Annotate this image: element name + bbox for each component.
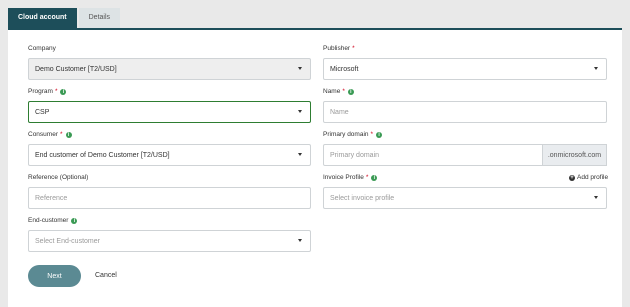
name-placeholder: Name [330, 108, 349, 116]
end-customer-placeholder: Select End-customer [35, 237, 100, 245]
company-label: Company [28, 45, 56, 52]
caret-down-icon [594, 196, 598, 199]
consumer-value: End customer of Demo Customer [T2/USD] [35, 151, 170, 159]
primary-domain-label-text: Primary domain [323, 131, 369, 138]
required-marker: * [54, 88, 58, 95]
primary-domain-placeholder: Primary domain [330, 151, 380, 159]
publisher-value: Microsoft [330, 65, 359, 73]
caret-down-icon [594, 67, 598, 70]
program-value: CSP [35, 108, 50, 116]
info-icon[interactable]: i [60, 88, 67, 95]
tab-cloud-account[interactable]: Cloud account [8, 8, 77, 28]
reference-label-text: Reference (Optional) [28, 174, 89, 181]
caret-down-icon [298, 110, 302, 113]
cancel-button[interactable]: Cancel [95, 265, 117, 287]
company-label-text: Company [28, 45, 56, 52]
required-marker: * [370, 131, 374, 138]
info-icon[interactable]: i [65, 131, 72, 138]
invoice-profile-placeholder: Select invoice profile [330, 194, 395, 202]
domain-suffix: .onmicrosoft.com [543, 144, 607, 166]
publisher-select[interactable]: Microsoft [323, 58, 607, 80]
publisher-label-text: Publisher [323, 45, 351, 52]
info-icon[interactable]: i [371, 174, 378, 181]
end-customer-select[interactable]: Select End-customer [28, 230, 311, 252]
plus-circle-icon: + [569, 174, 575, 181]
required-marker: * [365, 174, 369, 181]
consumer-label-text: Consumer [28, 131, 58, 138]
required-marker: * [59, 131, 63, 138]
invoice-profile-label-text: Invoice Profile [323, 174, 364, 181]
tab-details[interactable]: Details [78, 8, 121, 28]
invoice-profile-label: Invoice Profile * i [323, 174, 378, 181]
program-label-text: Program [28, 88, 53, 95]
next-button[interactable]: Next [28, 265, 81, 287]
required-marker: * [342, 88, 345, 95]
info-icon[interactable]: i [71, 217, 78, 224]
reference-label: Reference (Optional) [28, 174, 88, 181]
add-profile-label: Add profile [577, 174, 609, 181]
invoice-profile-select[interactable]: Select invoice profile [323, 187, 607, 209]
reference-placeholder: Reference [35, 194, 68, 202]
name-label: Name * i [323, 88, 354, 95]
program-label: Program * i [28, 88, 67, 95]
required-marker: * [352, 45, 355, 52]
tab-bar: Cloud account Details [8, 8, 121, 28]
end-customer-label: End-customer i [28, 217, 78, 224]
primary-domain-input[interactable]: Primary domain [323, 144, 543, 166]
primary-domain-label: Primary domain * i [323, 131, 383, 138]
company-select[interactable]: Demo Customer [T2/USD] [28, 58, 311, 80]
consumer-label: Consumer * i [28, 131, 72, 138]
name-label-text: Name [323, 88, 341, 95]
publisher-label: Publisher * [323, 45, 355, 52]
add-profile-button[interactable]: + Add profile [569, 174, 608, 181]
info-icon[interactable]: i [347, 88, 354, 95]
name-input[interactable]: Name [323, 101, 607, 123]
info-icon[interactable]: i [376, 131, 383, 138]
caret-down-icon [298, 67, 302, 70]
program-select[interactable]: CSP [28, 101, 311, 123]
reference-input[interactable]: Reference [28, 187, 311, 209]
company-value: Demo Customer [T2/USD] [35, 65, 117, 73]
consumer-select[interactable]: End customer of Demo Customer [T2/USD] [28, 144, 311, 166]
caret-down-icon [298, 239, 302, 242]
caret-down-icon [298, 153, 302, 156]
end-customer-label-text: End-customer [28, 217, 69, 224]
